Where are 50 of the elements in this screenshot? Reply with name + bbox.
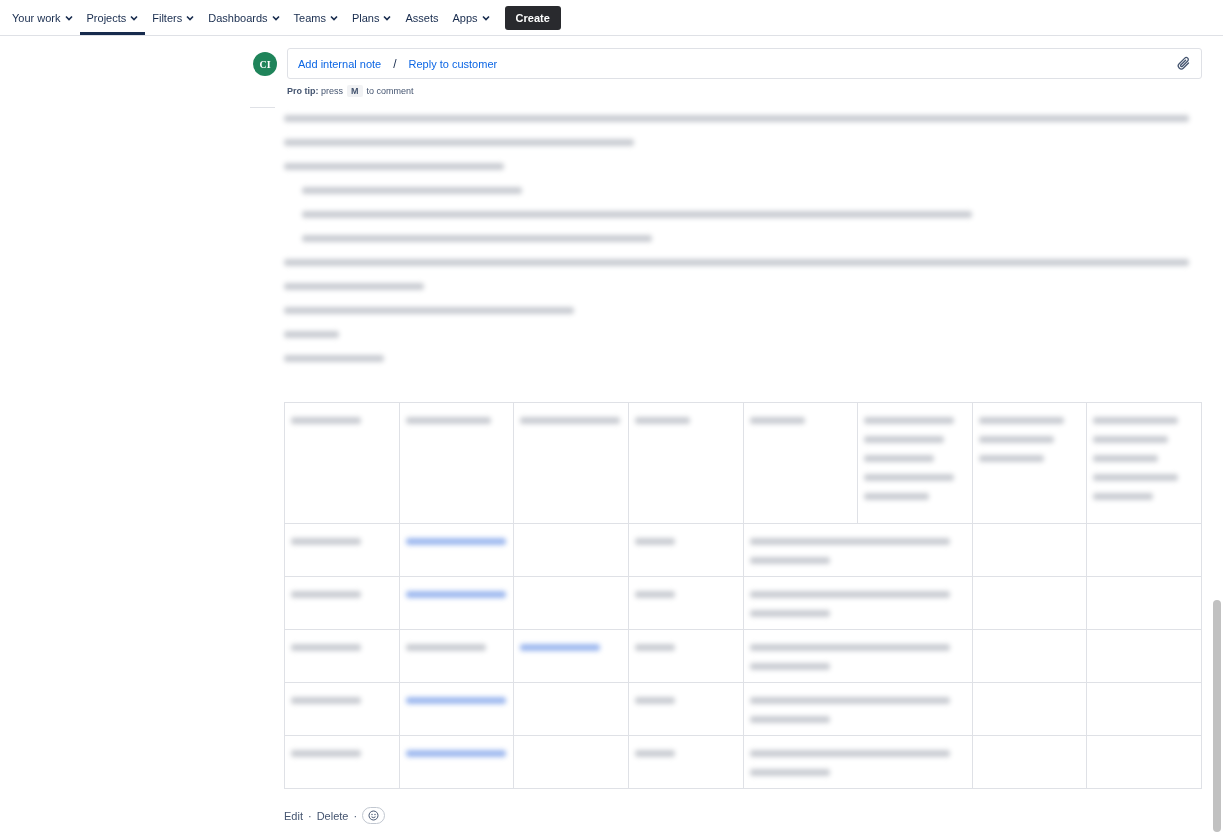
user-avatar[interactable]: CI [253,52,277,76]
blurred-text [291,644,361,651]
comment-field[interactable]: Add internal note / Reply to customer [287,48,1202,79]
chevron-down-icon [64,14,73,21]
separator: / [393,56,397,71]
blurred-text [634,538,675,545]
blurred-text [291,417,361,424]
blurred-text [864,455,935,462]
paperclip-icon[interactable] [1177,56,1191,71]
nav-tab[interactable]: Filters [145,0,202,35]
blurred-text [978,455,1044,462]
chevron-down-icon [271,14,280,21]
comment-action[interactable]: Edit [284,809,303,822]
blurred-text [1093,493,1154,500]
nav-tab[interactable]: Assets [398,0,446,35]
tip-text: to comment [366,86,414,96]
chevron-down-icon [329,14,338,21]
blurred-text [1093,455,1159,462]
nav-tab[interactable]: Projects [79,0,146,35]
nav-tab[interactable]: Your work [5,0,80,35]
blurred-text [634,750,675,757]
comment-action[interactable]: Delete [316,809,349,822]
chevron-down-icon [481,14,490,21]
comment-link[interactable]: Reply to customer [408,57,498,70]
blurred-text [284,331,339,338]
blurred-text [291,697,361,704]
blurred-text [749,417,805,424]
chevron-down-icon [383,14,392,21]
blurred-text [864,493,930,500]
nav-tab[interactable]: Plans [344,0,399,35]
blurred-text [634,644,675,651]
chevron-down-icon [130,14,139,21]
tip-text: Pro tip: press [287,86,343,96]
comment-link[interactable]: Add internal note [298,57,382,70]
nav-tab[interactable]: Dashboards [201,0,287,35]
blurred-text [634,697,675,704]
scrollbar-thumb[interactable] [1213,600,1221,832]
separator: · [307,809,312,822]
nav-tab[interactable]: Apps [445,0,497,35]
blurred-text [291,750,361,757]
blurred-text [291,538,361,545]
smiley-icon [368,810,380,821]
chevron-down-icon [186,14,195,21]
blurred-text [291,591,361,598]
blurred-text [634,591,675,598]
nav-tab[interactable]: Teams [286,0,345,35]
keyboard-key: M [347,85,363,97]
separator: · [353,809,358,822]
create-button[interactable]: Create [504,5,561,30]
blurred-text [634,417,690,424]
